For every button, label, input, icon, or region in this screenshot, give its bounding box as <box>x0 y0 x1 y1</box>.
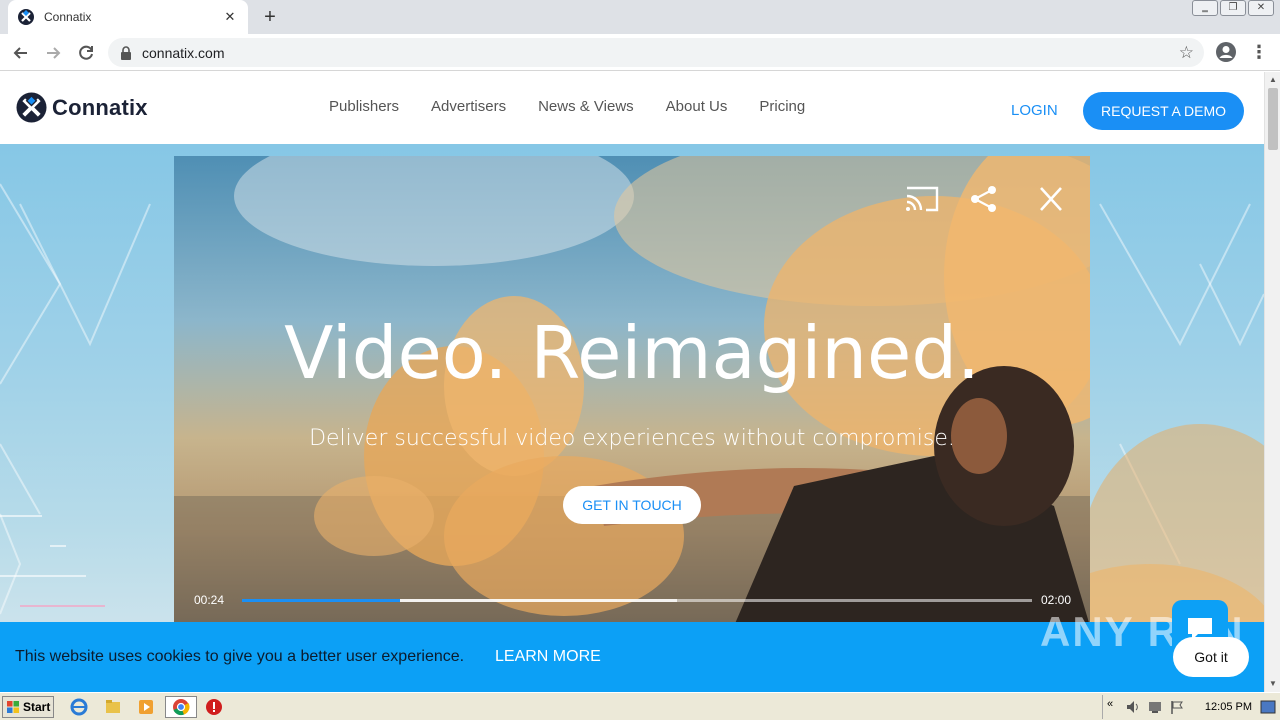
cookie-accept-button[interactable]: Got it <box>1173 637 1249 677</box>
connatix-logo-icon <box>16 92 47 123</box>
scroll-up-arrow-icon[interactable]: ▲ <box>1265 72 1280 88</box>
reload-icon[interactable] <box>75 42 97 64</box>
page-scrollbar[interactable]: ▲ ▼ <box>1264 72 1280 692</box>
tray-expand-icon[interactable]: « <box>1107 698 1113 710</box>
bookmark-star-icon[interactable]: ☆ <box>1179 43 1194 63</box>
brand-name: Connatix <box>52 94 148 120</box>
windows-logo-icon <box>7 701 19 713</box>
network-icon[interactable] <box>1147 699 1163 715</box>
video-duration: 02:00 <box>1041 593 1072 607</box>
nav-pricing[interactable]: Pricing <box>759 98 805 115</box>
cookie-message: This website uses cookies to give you a … <box>15 648 465 665</box>
internet-explorer-icon[interactable] <box>70 698 88 716</box>
system-tray: « 12:05 PM <box>1102 695 1280 719</box>
taskbar-clock: 12:05 PM <box>1204 701 1252 713</box>
hero-headline: Video. Reimagined. <box>284 311 980 395</box>
video-current-time: 00:24 <box>194 593 225 607</box>
os-taskbar: Start « 12:05 PM <box>0 692 1280 720</box>
hero-video-player[interactable]: Video. Reimagined. Deliver successful vi… <box>174 156 1090 626</box>
learn-more-link[interactable]: LEARN MORE <box>495 648 601 666</box>
profile-avatar-icon[interactable] <box>1215 41 1237 63</box>
video-played-bar <box>242 599 400 602</box>
browser-toolbar: connatix.com ☆ ⋮ <box>0 34 1280 71</box>
scroll-thumb[interactable] <box>1268 88 1278 150</box>
start-label: Start <box>23 700 51 714</box>
window-controls: ‗ ❐ ✕ <box>1192 0 1274 16</box>
site-logo[interactable]: Connatix <box>16 92 148 123</box>
url-text: connatix.com <box>142 44 225 61</box>
volume-icon[interactable] <box>1125 699 1141 715</box>
restore-button[interactable]: ❐ <box>1220 0 1246 16</box>
video-progress-bar[interactable] <box>242 599 1032 602</box>
browser-tab-strip: Connatix ✕ + ‗ ❐ ✕ <box>0 0 1280 34</box>
nav-about-us[interactable]: About Us <box>666 98 728 115</box>
back-arrow-icon[interactable] <box>10 42 32 64</box>
browser-tab[interactable]: Connatix ✕ <box>8 0 248 34</box>
scroll-down-arrow-icon[interactable]: ▼ <box>1265 676 1280 692</box>
close-icon[interactable] <box>1033 184 1069 214</box>
nav-publishers[interactable]: Publishers <box>329 98 399 115</box>
new-tab-button[interactable]: + <box>258 6 282 30</box>
site-header: Connatix Publishers Advertisers News & V… <box>0 72 1264 144</box>
connatix-favicon-icon <box>18 9 34 25</box>
nav-news-views[interactable]: News & Views <box>538 98 634 115</box>
chrome-taskbar-button[interactable] <box>165 696 197 718</box>
login-link[interactable]: LOGIN <box>1011 102 1058 119</box>
file-explorer-icon[interactable] <box>104 698 122 716</box>
stop-sign-icon[interactable] <box>205 698 223 716</box>
media-player-icon[interactable] <box>137 698 155 716</box>
get-in-touch-button[interactable]: GET IN TOUCH <box>563 486 701 524</box>
tab-title: Connatix <box>44 10 92 24</box>
action-center-flag-icon[interactable] <box>1169 699 1185 715</box>
forward-arrow-icon[interactable] <box>42 42 64 64</box>
chrome-icon <box>173 699 190 716</box>
tab-close-icon[interactable]: ✕ <box>222 9 238 25</box>
main-nav: Publishers Advertisers News & Views Abou… <box>313 98 821 115</box>
cast-icon[interactable] <box>904 184 940 214</box>
start-button[interactable]: Start <box>2 696 54 718</box>
hero-subheadline: Deliver successful video experiences wit… <box>309 426 955 451</box>
close-window-button[interactable]: ✕ <box>1248 0 1274 16</box>
browser-menu-icon[interactable]: ⋮ <box>1250 41 1268 63</box>
address-bar[interactable]: connatix.com ☆ <box>108 38 1204 67</box>
page-viewport: Connatix Publishers Advertisers News & V… <box>0 72 1264 692</box>
request-demo-button[interactable]: REQUEST A DEMO <box>1083 92 1244 130</box>
nav-advertisers[interactable]: Advertisers <box>431 98 506 115</box>
lock-icon <box>121 45 131 60</box>
share-icon[interactable] <box>966 184 1002 214</box>
minimize-button[interactable]: ‗ <box>1192 0 1218 16</box>
show-desktop-icon[interactable] <box>1260 700 1276 714</box>
